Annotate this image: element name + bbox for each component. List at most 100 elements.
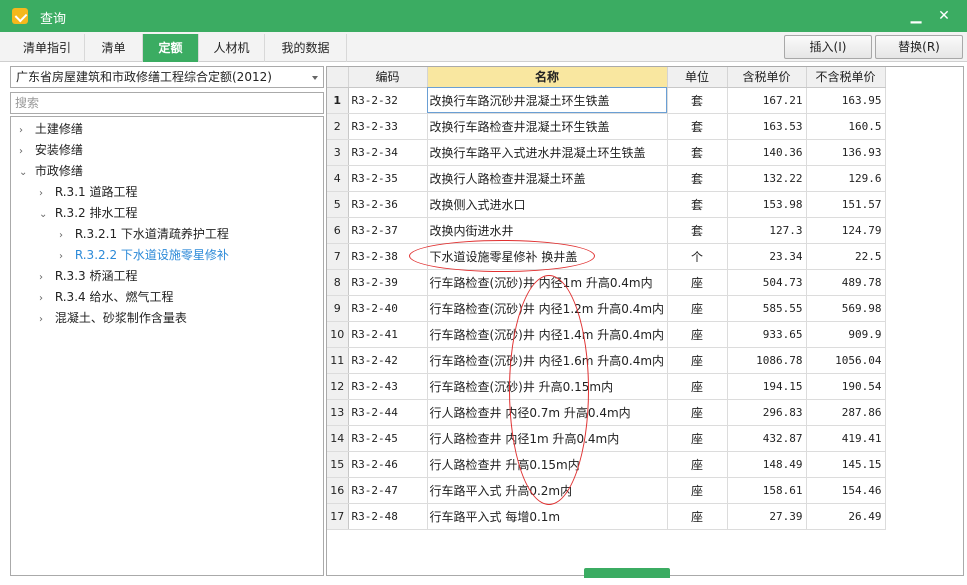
row-number[interactable]: 11 [327, 347, 349, 374]
unit-cell[interactable]: 套 [667, 217, 728, 244]
table-row[interactable]: 7 R3-2-38 下水道设施零星修补 换井盖个 23.34 22.5 [327, 243, 886, 270]
table-row[interactable]: 13 R3-2-44 行人路检查井 内径0.7m 升高0.4m内座 296.83 287… [327, 399, 886, 426]
code-cell[interactable]: R3-2-36 [348, 191, 428, 218]
row-number[interactable]: 1 [327, 87, 349, 114]
price-notax-cell[interactable]: 160.5 [806, 113, 886, 140]
name-cell[interactable]: 行车路检查(沉砂)井 内径1.2m 升高0.4m内 [427, 295, 668, 322]
price-notax-cell[interactable]: 909.9 [806, 321, 886, 348]
price-tax-cell[interactable]: 148.49 [727, 451, 807, 478]
tree-item[interactable]: › R.3.2.1 下水道清疏养护工程 [59, 224, 229, 244]
name-cell[interactable]: 行人路检查井 内径1m 升高0.4m内 [427, 425, 668, 452]
row-number[interactable]: 13 [327, 399, 349, 426]
code-cell[interactable]: R3-2-35 [348, 165, 428, 192]
tab-materials[interactable]: 人材机 [199, 34, 265, 62]
price-tax-cell[interactable]: 296.83 [727, 399, 807, 426]
row-number[interactable]: 2 [327, 113, 349, 140]
table-row[interactable]: 9 R3-2-40 行车路检查(沉砂)井 内径1.2m 升高0.4m内座 585.55… [327, 295, 886, 322]
price-notax-cell[interactable]: 26.49 [806, 503, 886, 530]
panel-splitter[interactable] [584, 568, 670, 578]
code-cell[interactable]: R3-2-39 [348, 269, 428, 296]
tree-item[interactable]: › R.3.1 道路工程 [39, 182, 137, 202]
row-number[interactable]: 3 [327, 139, 349, 166]
unit-cell[interactable]: 套 [667, 139, 728, 166]
row-number[interactable]: 10 [327, 321, 349, 348]
table-row[interactable]: 12 R3-2-43 行车路检查(沉砂)井 升高0.15m内座 194.15 190.5… [327, 373, 886, 400]
price-notax-cell[interactable]: 124.79 [806, 217, 886, 244]
column-header-code[interactable]: 编码 [348, 67, 428, 88]
tree-item[interactable]: › 土建修缮 [19, 119, 83, 139]
tab-list[interactable]: 清单 [85, 34, 143, 62]
column-header-name[interactable]: 名称 [427, 67, 668, 88]
unit-cell[interactable]: 套 [667, 113, 728, 140]
code-cell[interactable]: R3-2-47 [348, 477, 428, 504]
row-number[interactable]: 8 [327, 269, 349, 296]
row-number[interactable]: 7 [327, 243, 349, 270]
price-tax-cell[interactable]: 127.3 [727, 217, 807, 244]
replace-button[interactable]: 替换(R) [875, 35, 963, 59]
unit-cell[interactable]: 座 [667, 451, 728, 478]
table-row[interactable]: 4 R3-2-35 改换行人路检查井混凝土环盖套 132.22 129.6 [327, 165, 886, 192]
expand-arrow-icon[interactable]: › [59, 226, 71, 246]
tree-item[interactable]: › 混凝土、砂浆制作含量表 [39, 308, 187, 328]
table-row[interactable]: 16 R3-2-47 行车路平入式 升高0.2m内座 158.61 154.46 [327, 477, 886, 504]
name-cell[interactable]: 行车路平入式 升高0.2m内 [427, 477, 668, 504]
tab-list-guide[interactable]: 清单指引 [10, 34, 85, 62]
code-cell[interactable]: R3-2-40 [348, 295, 428, 322]
price-notax-cell[interactable]: 136.93 [806, 139, 886, 166]
price-tax-cell[interactable]: 933.65 [727, 321, 807, 348]
table-row[interactable]: 17 R3-2-48 行车路平入式 每增0.1m 座 27.39 26.49 [327, 503, 886, 530]
row-number[interactable]: 5 [327, 191, 349, 218]
name-cell[interactable]: 行车路检查(沉砂)井 升高0.15m内 [427, 373, 668, 400]
name-cell[interactable]: 改换行车路检查井混凝土环生铁盖 [427, 113, 668, 140]
price-tax-cell[interactable]: 158.61 [727, 477, 807, 504]
code-cell[interactable]: R3-2-34 [348, 139, 428, 166]
table-row[interactable]: 2 R3-2-33 改换行车路检查井混凝土环生铁盖套 163.53 160.5 [327, 113, 886, 140]
code-cell[interactable]: R3-2-43 [348, 373, 428, 400]
tree-item[interactable]: › R.3.3 桥涵工程 [39, 266, 137, 286]
price-tax-cell[interactable]: 27.39 [727, 503, 807, 530]
unit-cell[interactable]: 座 [667, 425, 728, 452]
table-row[interactable]: 3 R3-2-34 改换行车路平入式进水井混凝土环生铁盖套 140.36 136.93 [327, 139, 886, 166]
name-cell[interactable]: 行人路检查井 升高0.15m内 [427, 451, 668, 478]
price-notax-cell[interactable]: 163.95 [806, 87, 886, 114]
code-cell[interactable]: R3-2-42 [348, 347, 428, 374]
tree-item[interactable]: › R.3.4 给水、燃气工程 [39, 287, 173, 307]
collapse-arrow-icon[interactable]: ⌄ [39, 205, 51, 225]
close-button[interactable]: ✕ [934, 6, 954, 26]
price-tax-cell[interactable]: 1086.78 [727, 347, 807, 374]
price-tax-cell[interactable]: 140.36 [727, 139, 807, 166]
table-row[interactable]: 11 R3-2-42 行车路检查(沉砂)井 内径1.6m 升高0.4m内座 1086.… [327, 347, 886, 374]
expand-arrow-icon[interactable]: › [19, 121, 31, 141]
row-number[interactable]: 6 [327, 217, 349, 244]
row-number[interactable]: 17 [327, 503, 349, 530]
expand-arrow-icon[interactable]: › [39, 310, 51, 330]
tree-item[interactable]: ⌄ 市政修缮 [19, 161, 83, 181]
unit-cell[interactable]: 座 [667, 399, 728, 426]
expand-arrow-icon[interactable]: › [39, 289, 51, 309]
unit-cell[interactable]: 套 [667, 191, 728, 218]
unit-cell[interactable]: 座 [667, 347, 728, 374]
table-row[interactable]: 15 R3-2-46 行人路检查井 升高0.15m内座 148.49 145.15 [327, 451, 886, 478]
unit-cell[interactable]: 套 [667, 165, 728, 192]
table-row[interactable]: 10 R3-2-41 行车路检查(沉砂)井 内径1.4m 升高0.4m内座 933.6… [327, 321, 886, 348]
minimize-button[interactable]: ▁ [906, 6, 926, 26]
collapse-arrow-icon[interactable]: ⌄ [19, 163, 31, 183]
name-cell[interactable]: 行车路平入式 每增0.1m [427, 503, 668, 530]
name-cell[interactable]: 行车路检查(沉砂)井 内径1.4m 升高0.4m内 [427, 321, 668, 348]
price-notax-cell[interactable]: 419.41 [806, 425, 886, 452]
code-cell[interactable]: R3-2-46 [348, 451, 428, 478]
search-input[interactable]: 搜索 [10, 92, 324, 114]
code-cell[interactable]: R3-2-44 [348, 399, 428, 426]
unit-cell[interactable]: 座 [667, 373, 728, 400]
row-number[interactable]: 12 [327, 373, 349, 400]
expand-arrow-icon[interactable]: › [59, 247, 71, 267]
price-tax-cell[interactable]: 167.21 [727, 87, 807, 114]
row-number[interactable]: 16 [327, 477, 349, 504]
tab-quota[interactable]: 定额 [143, 34, 199, 62]
unit-cell[interactable]: 座 [667, 269, 728, 296]
price-notax-cell[interactable]: 145.15 [806, 451, 886, 478]
tree-item[interactable]: ⌄ R.3.2 排水工程 [39, 203, 137, 223]
unit-cell[interactable]: 座 [667, 321, 728, 348]
code-cell[interactable]: R3-2-33 [348, 113, 428, 140]
code-cell[interactable]: R3-2-45 [348, 425, 428, 452]
